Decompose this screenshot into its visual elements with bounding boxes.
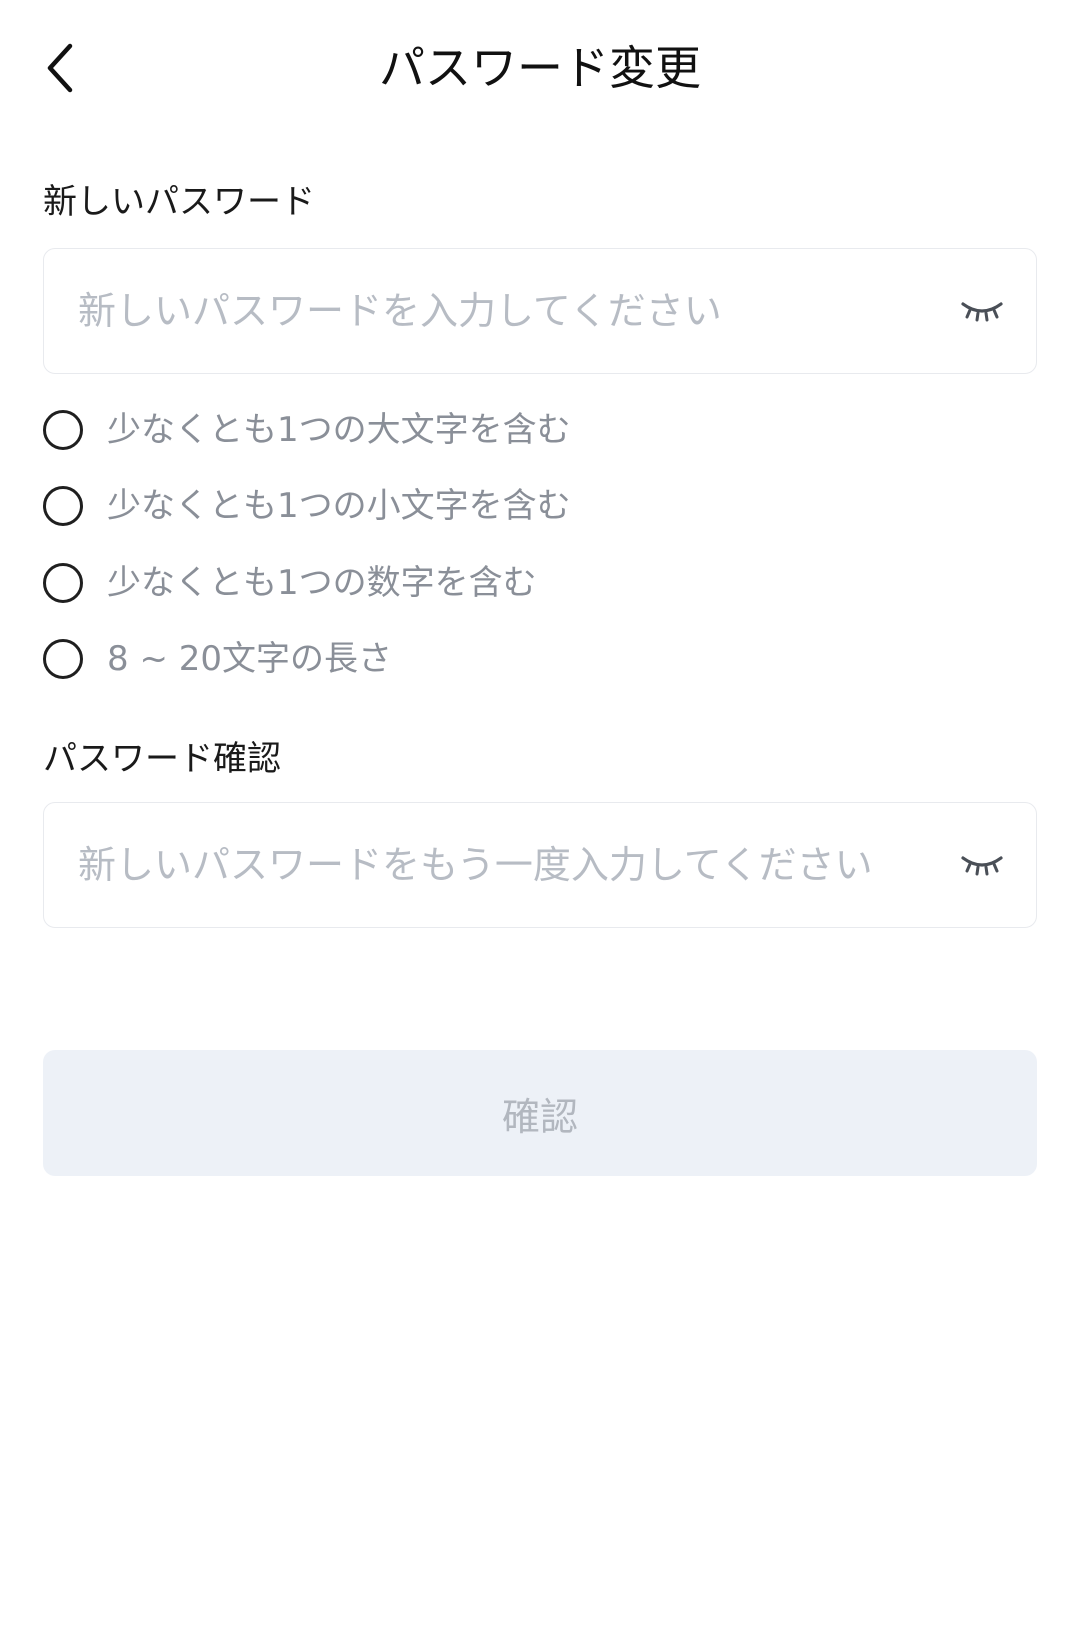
confirm-password-field <box>43 802 1037 928</box>
rule-uppercase: 少なくとも1つの大文字を含む <box>43 408 571 452</box>
confirm-password-visibility-toggle[interactable] <box>952 835 1012 895</box>
new-password-field <box>43 248 1037 374</box>
rule-text: 少なくとも1つの小文字を含む <box>107 486 571 526</box>
page: パスワード変更 新しいパスワード 少なくとも1つの大文字を含む 少なくとも1つの… <box>0 0 1080 1632</box>
new-password-label: 新しいパスワード <box>43 182 315 222</box>
rule-status-circle-icon <box>43 410 83 450</box>
new-password-input[interactable] <box>78 289 952 333</box>
confirm-password-label: パスワード確認 <box>43 739 281 779</box>
rule-text: 8 ~ 20文字の長さ <box>107 639 392 679</box>
page-title: パスワード変更 <box>379 41 701 95</box>
rule-status-circle-icon <box>43 639 83 679</box>
new-password-visibility-toggle[interactable] <box>952 281 1012 341</box>
rule-number: 少なくとも1つの数字を含む <box>43 561 537 605</box>
eye-closed-icon <box>961 302 1003 322</box>
confirm-password-input[interactable] <box>78 843 952 887</box>
confirm-button[interactable]: 確認 <box>43 1050 1037 1176</box>
eye-closed-icon <box>961 856 1003 876</box>
rule-status-circle-icon <box>43 486 83 526</box>
rule-status-circle-icon <box>43 563 83 603</box>
rule-length: 8 ~ 20文字の長さ <box>43 637 392 681</box>
rule-text: 少なくとも1つの数字を含む <box>107 563 537 603</box>
rule-lowercase: 少なくとも1つの小文字を含む <box>43 484 571 528</box>
rule-text: 少なくとも1つの大文字を含む <box>107 410 571 450</box>
header: パスワード変更 <box>0 0 1080 140</box>
